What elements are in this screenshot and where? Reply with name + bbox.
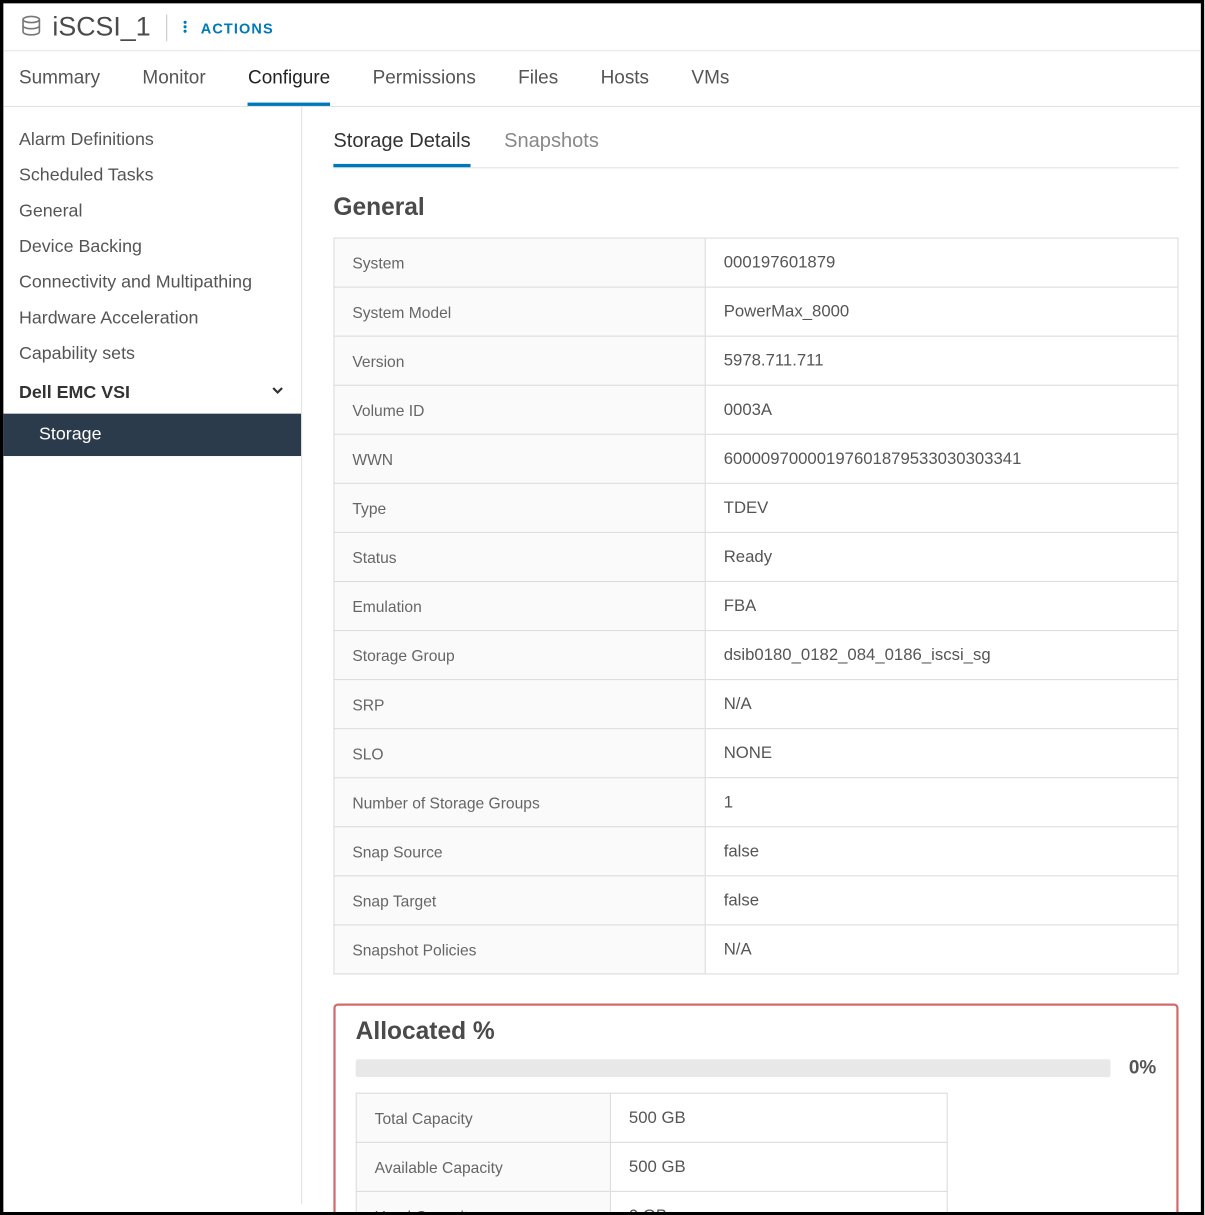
table-cell-key: SRP <box>334 680 705 729</box>
allocated-progress-row: 0% <box>356 1057 1157 1079</box>
table-cell-value: NONE <box>705 729 1178 778</box>
sidebar-item-hardware-acceleration[interactable]: Hardware Acceleration <box>3 301 301 337</box>
subtab-storage-details[interactable]: Storage Details <box>333 123 470 168</box>
table-row: Available Capacity500 GB <box>356 1142 947 1191</box>
table-cell-key: Available Capacity <box>356 1142 610 1191</box>
chevron-down-icon <box>270 382 286 403</box>
subtab-snapshots[interactable]: Snapshots <box>504 123 599 168</box>
table-cell-value: dsib0180_0182_084_0186_iscsi_sg <box>705 631 1178 680</box>
table-cell-key: Version <box>334 336 705 385</box>
table-cell-key: Snapshot Policies <box>334 925 705 974</box>
table-row: TypeTDEV <box>334 483 1178 532</box>
table-cell-value: false <box>705 876 1178 925</box>
table-row: EmulationFBA <box>334 581 1178 630</box>
table-cell-key: System <box>334 238 705 287</box>
allocated-table: Total Capacity500 GBAvailable Capacity50… <box>356 1093 948 1215</box>
table-cell-key: Emulation <box>334 581 705 630</box>
table-row: Total Capacity500 GB <box>356 1093 947 1142</box>
table-cell-value: 0 GB <box>610 1191 947 1215</box>
table-row: Snap Targetfalse <box>334 876 1178 925</box>
table-cell-value: 500 GB <box>610 1142 947 1191</box>
table-row: Used Capacity0 GB <box>356 1191 947 1215</box>
table-cell-key: Storage Group <box>334 631 705 680</box>
main-content: Storage Details Snapshots General System… <box>302 107 1201 1204</box>
sidebar-item-general[interactable]: General <box>3 194 301 230</box>
table-row: SRPN/A <box>334 680 1178 729</box>
sidebar-item-scheduled-tasks[interactable]: Scheduled Tasks <box>3 158 301 194</box>
table-cell-key: WWN <box>334 434 705 483</box>
more-icon <box>183 18 194 37</box>
allocated-percent-label: 0% <box>1129 1057 1156 1079</box>
table-cell-value: 500 GB <box>610 1093 947 1142</box>
table-cell-key: Snap Source <box>334 827 705 876</box>
actions-label: ACTIONS <box>201 20 274 37</box>
table-cell-key: Volume ID <box>334 385 705 434</box>
table-row: Version5978.711.711 <box>334 336 1178 385</box>
sidebar-item-connectivity-multipathing[interactable]: Connectivity and Multipathing <box>3 265 301 301</box>
sidebar-item-capability-sets[interactable]: Capability sets <box>3 337 301 373</box>
table-cell-value: 1 <box>705 778 1178 827</box>
table-cell-key: Number of Storage Groups <box>334 778 705 827</box>
tab-vms[interactable]: VMs <box>691 67 729 106</box>
tab-hosts[interactable]: Hosts <box>601 67 649 106</box>
tab-configure[interactable]: Configure <box>248 67 330 106</box>
tab-monitor[interactable]: Monitor <box>142 67 205 106</box>
datastore-icon <box>19 13 44 43</box>
sidebar-item-device-backing[interactable]: Device Backing <box>3 230 301 266</box>
table-cell-key: Status <box>334 532 705 581</box>
divider <box>166 14 167 41</box>
allocated-highlight-box: Allocated % 0% Total Capacity500 GBAvail… <box>333 1004 1178 1215</box>
table-cell-value: 0003A <box>705 385 1178 434</box>
section-title-allocated: Allocated % <box>356 1017 1157 1046</box>
table-cell-key: Snap Target <box>334 876 705 925</box>
table-cell-value: Ready <box>705 532 1178 581</box>
table-row: SLONONE <box>334 729 1178 778</box>
table-row: StatusReady <box>334 532 1178 581</box>
table-cell-value: TDEV <box>705 483 1178 532</box>
table-cell-key: System Model <box>334 287 705 336</box>
table-cell-key: Type <box>334 483 705 532</box>
sidebar-item-alarm-definitions[interactable]: Alarm Definitions <box>3 123 301 159</box>
page-title: iSCSI_1 <box>52 12 150 43</box>
sidebar-item-storage[interactable]: Storage <box>3 414 301 456</box>
content-body: Alarm Definitions Scheduled Tasks Genera… <box>3 107 1201 1204</box>
sidebar-group-dell-emc-vsi[interactable]: Dell EMC VSI <box>3 372 301 413</box>
table-row: Storage Groupdsib0180_0182_084_0186_iscs… <box>334 631 1178 680</box>
table-cell-value: PowerMax_8000 <box>705 287 1178 336</box>
actions-menu[interactable]: ACTIONS <box>183 18 274 37</box>
table-cell-value: 000197601879 <box>705 238 1178 287</box>
table-row: Volume ID0003A <box>334 385 1178 434</box>
top-tabs: Summary Monitor Configure Permissions Fi… <box>3 51 1201 107</box>
table-row: Snapshot PoliciesN/A <box>334 925 1178 974</box>
general-table: System000197601879System ModelPowerMax_8… <box>333 237 1178 974</box>
table-cell-value: 5978.711.711 <box>705 336 1178 385</box>
tab-permissions[interactable]: Permissions <box>373 67 476 106</box>
table-row: System000197601879 <box>334 238 1178 287</box>
window-frame: iSCSI_1 ACTIONS Summary Monitor Configur… <box>0 0 1204 1215</box>
sidebar: Alarm Definitions Scheduled Tasks Genera… <box>3 107 302 1204</box>
table-cell-key: SLO <box>334 729 705 778</box>
sidebar-group-label: Dell EMC VSI <box>19 383 130 403</box>
table-row: Snap Sourcefalse <box>334 827 1178 876</box>
tab-files[interactable]: Files <box>518 67 558 106</box>
sub-tabs: Storage Details Snapshots <box>333 123 1178 169</box>
table-cell-key: Used Capacity <box>356 1191 610 1215</box>
table-cell-key: Total Capacity <box>356 1093 610 1142</box>
page-header: iSCSI_1 ACTIONS <box>3 3 1201 51</box>
table-cell-value: FBA <box>705 581 1178 630</box>
tab-summary[interactable]: Summary <box>19 67 100 106</box>
table-row: Number of Storage Groups1 <box>334 778 1178 827</box>
section-title-general: General <box>333 193 1178 222</box>
allocated-progress-bar <box>356 1059 1111 1077</box>
table-cell-value: N/A <box>705 680 1178 729</box>
table-row: WWN60000970000197601879533030303341 <box>334 434 1178 483</box>
table-row: System ModelPowerMax_8000 <box>334 287 1178 336</box>
table-cell-value: N/A <box>705 925 1178 974</box>
table-cell-value: 60000970000197601879533030303341 <box>705 434 1178 483</box>
table-cell-value: false <box>705 827 1178 876</box>
